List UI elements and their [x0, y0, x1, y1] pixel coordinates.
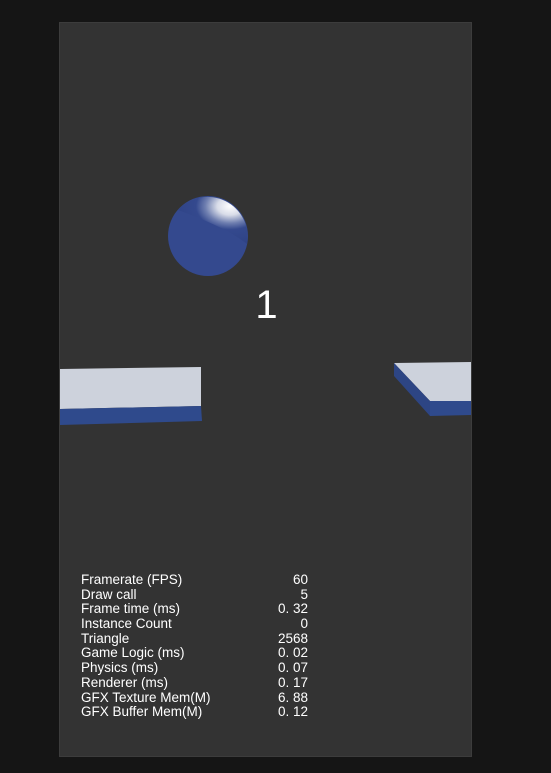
stat-row-instance-count: Instance Count 0 [81, 616, 311, 632]
stat-value: 0. 02 [277, 645, 308, 661]
platform-right [394, 362, 471, 416]
stat-value: 5 [300, 586, 308, 602]
stat-row-gfx-texture-mem: GFX Texture Mem(M) 6. 88 [81, 689, 311, 706]
stat-value: 2568 [277, 630, 308, 646]
stat-label: Frame time (ms) [81, 601, 180, 617]
score-counter: 1 [255, 283, 278, 327]
stat-label: Triangle [81, 630, 130, 646]
platform-left [60, 367, 202, 425]
stat-row-framerate: Framerate (FPS) 60 [81, 572, 311, 588]
stat-row-game-logic: Game Logic (ms) 0. 02 [81, 646, 311, 661]
stat-label: GFX Texture Mem(M) [81, 689, 211, 705]
stat-value: 0. 17 [277, 674, 308, 690]
stat-row-draw-call: Draw call 5 [81, 586, 311, 603]
stat-value: 6. 88 [277, 689, 308, 705]
stat-value: 0. 07 [277, 660, 308, 676]
game-viewport[interactable]: 1 Framerate (FPS) 60 Draw call 5 Frame t… [59, 22, 472, 757]
stat-value: 0. 12 [277, 704, 308, 720]
performance-stats-panel: Framerate (FPS) 60 Draw call 5 Frame tim… [81, 572, 311, 720]
stat-label: Instance Count [81, 616, 172, 632]
stat-row-physics: Physics (ms) 0. 07 [81, 660, 311, 676]
stat-label: Framerate (FPS) [81, 572, 183, 587]
stat-value: 0 [300, 616, 308, 632]
stat-label: Game Logic (ms) [81, 645, 185, 661]
stat-value: 60 [292, 572, 308, 587]
stat-label: Physics (ms) [81, 660, 159, 676]
stat-value: 0. 32 [277, 601, 308, 617]
stat-row-triangle: Triangle 2568 [81, 630, 311, 647]
stat-label: Draw call [81, 586, 137, 602]
stat-row-renderer: Renderer (ms) 0. 17 [81, 674, 311, 691]
stat-label: Renderer (ms) [81, 674, 169, 690]
stat-row-frame-time: Frame time (ms) 0. 32 [81, 602, 311, 617]
stat-label: GFX Buffer Mem(M) [81, 704, 203, 720]
player-ball [168, 196, 248, 276]
stat-row-gfx-buffer-mem: GFX Buffer Mem(M) 0. 12 [81, 704, 311, 720]
